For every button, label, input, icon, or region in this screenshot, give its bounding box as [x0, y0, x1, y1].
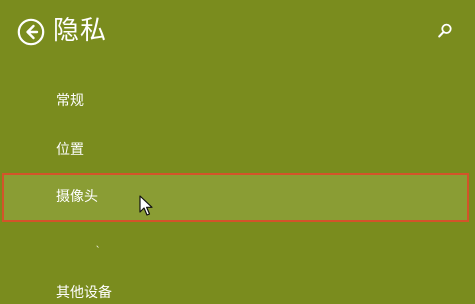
nav-item-other-devices[interactable]: 其他设备: [56, 283, 112, 303]
privacy-nav-list: 常规 位置 摄像头 、 其他设备: [0, 0, 475, 304]
nav-item-partial[interactable]: 、: [96, 240, 104, 250]
nav-item-general[interactable]: 常规: [56, 91, 84, 111]
nav-item-label: 摄像头: [56, 189, 98, 205]
nav-item-label: 其他设备: [56, 285, 112, 301]
nav-item-label: 、: [96, 240, 104, 249]
privacy-settings-screen: 隐私 常规 位置 摄像头 、 其他设备: [0, 0, 475, 304]
nav-item-label: 位置: [56, 142, 84, 158]
nav-item-camera[interactable]: 摄像头: [2, 173, 469, 222]
nav-item-location[interactable]: 位置: [56, 140, 84, 160]
nav-item-label: 常规: [56, 93, 84, 109]
